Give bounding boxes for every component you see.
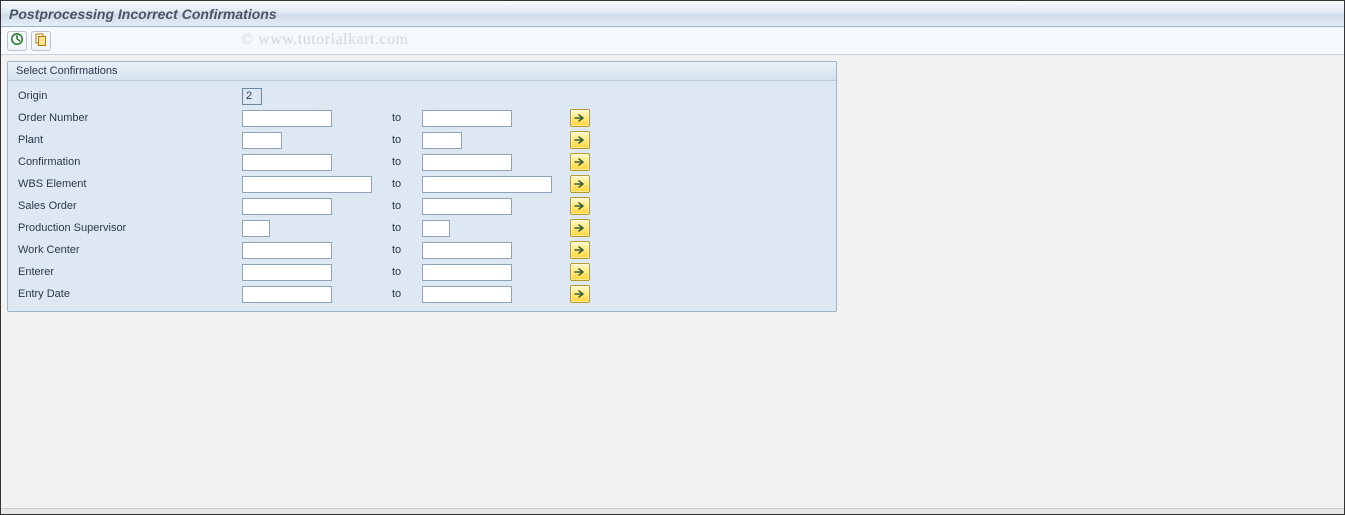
group-header: Select Confirmations	[8, 62, 836, 81]
label-wbs-element: WBS Element	[12, 176, 242, 192]
work-center-from-input[interactable]	[242, 242, 332, 259]
execute-icon	[10, 32, 24, 49]
wbs-element-multiple-selection-button[interactable]	[570, 175, 590, 193]
plant-multiple-selection-button[interactable]	[570, 131, 590, 149]
confirmation-multiple-selection-button[interactable]	[570, 153, 590, 171]
wbs-element-to-input[interactable]	[422, 176, 552, 193]
to-label: to	[382, 266, 422, 278]
label-origin: Origin	[12, 88, 242, 104]
row-order-number: Order Number to	[12, 107, 832, 129]
label-order-number: Order Number	[12, 110, 242, 126]
row-production-supervisor: Production Supervisor to	[12, 217, 832, 239]
app-root: Postprocessing Incorrect Confirmations ©…	[0, 0, 1345, 515]
enterer-to-input[interactable]	[422, 264, 512, 281]
row-plant: Plant to	[12, 129, 832, 151]
label-work-center: Work Center	[12, 242, 242, 258]
row-enterer: Enterer to	[12, 261, 832, 283]
label-production-supervisor: Production Supervisor	[12, 220, 242, 236]
confirmation-from-input[interactable]	[242, 154, 332, 171]
to-label: to	[382, 244, 422, 256]
to-label: to	[382, 112, 422, 124]
arrow-right-icon	[574, 223, 586, 233]
enterer-multiple-selection-button[interactable]	[570, 263, 590, 281]
title-bar: Postprocessing Incorrect Confirmations	[1, 1, 1344, 27]
group-body: Origin Order Number to Plant to Confirmati…	[8, 81, 836, 311]
content-area: Select Confirmations Origin Order Number…	[1, 55, 1344, 318]
entry-date-to-input[interactable]	[422, 286, 512, 303]
row-entry-date: Entry Date to	[12, 283, 832, 305]
production-supervisor-multiple-selection-button[interactable]	[570, 219, 590, 237]
production-supervisor-from-input[interactable]	[242, 220, 270, 237]
label-plant: Plant	[12, 132, 242, 148]
to-label: to	[382, 178, 422, 190]
arrow-right-icon	[574, 179, 586, 189]
confirmation-to-input[interactable]	[422, 154, 512, 171]
row-confirmation: Confirmation to	[12, 151, 832, 173]
sales-order-from-input[interactable]	[242, 198, 332, 215]
work-center-to-input[interactable]	[422, 242, 512, 259]
arrow-right-icon	[574, 201, 586, 211]
arrow-right-icon	[574, 245, 586, 255]
to-label: to	[382, 156, 422, 168]
row-wbs-element: WBS Element to	[12, 173, 832, 195]
origin-input[interactable]	[242, 88, 262, 105]
select-confirmations-group: Select Confirmations Origin Order Number…	[7, 61, 837, 312]
order-number-from-input[interactable]	[242, 110, 332, 127]
order-number-multiple-selection-button[interactable]	[570, 109, 590, 127]
window-bottom-border	[1, 508, 1344, 514]
production-supervisor-to-input[interactable]	[422, 220, 450, 237]
label-enterer: Enterer	[12, 264, 242, 280]
order-number-to-input[interactable]	[422, 110, 512, 127]
row-origin: Origin	[12, 85, 832, 107]
label-entry-date: Entry Date	[12, 286, 242, 302]
arrow-right-icon	[574, 267, 586, 277]
to-label: to	[382, 200, 422, 212]
page-title: Postprocessing Incorrect Confirmations	[9, 6, 277, 22]
arrow-right-icon	[574, 113, 586, 123]
entry-date-multiple-selection-button[interactable]	[570, 285, 590, 303]
sales-order-to-input[interactable]	[422, 198, 512, 215]
watermark: © www.tutorialkart.com	[241, 31, 408, 49]
label-confirmation: Confirmation	[12, 154, 242, 170]
sales-order-multiple-selection-button[interactable]	[570, 197, 590, 215]
row-work-center: Work Center to	[12, 239, 832, 261]
variant-icon	[34, 32, 48, 49]
to-label: to	[382, 222, 422, 234]
wbs-element-from-input[interactable]	[242, 176, 372, 193]
plant-to-input[interactable]	[422, 132, 462, 149]
to-label: to	[382, 288, 422, 300]
execute-button[interactable]	[7, 31, 27, 51]
label-sales-order: Sales Order	[12, 198, 242, 214]
enterer-from-input[interactable]	[242, 264, 332, 281]
plant-from-input[interactable]	[242, 132, 282, 149]
to-label: to	[382, 134, 422, 146]
entry-date-from-input[interactable]	[242, 286, 332, 303]
work-center-multiple-selection-button[interactable]	[570, 241, 590, 259]
row-sales-order: Sales Order to	[12, 195, 832, 217]
arrow-right-icon	[574, 289, 586, 299]
toolbar: © www.tutorialkart.com	[1, 27, 1344, 55]
arrow-right-icon	[574, 157, 586, 167]
get-variant-button[interactable]	[31, 31, 51, 51]
arrow-right-icon	[574, 135, 586, 145]
